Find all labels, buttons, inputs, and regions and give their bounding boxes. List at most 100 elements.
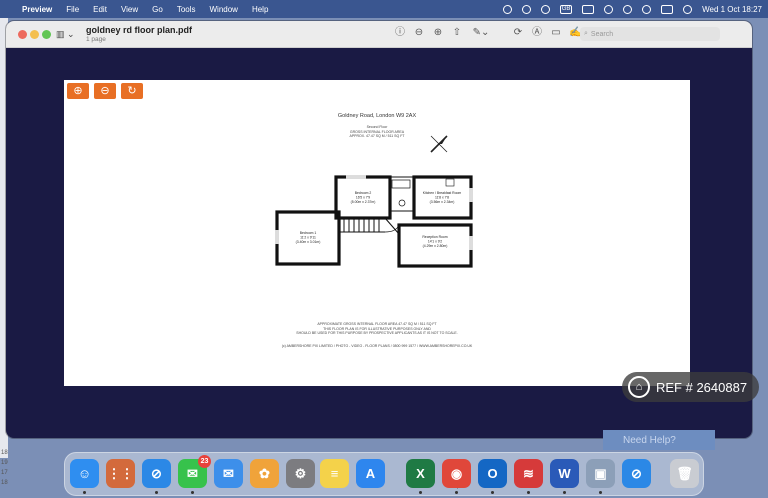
floorplan-disclaimer: APPROXIMATE GROSS INTERNAL FLOOR AREA 47… <box>64 322 690 336</box>
dock-app-safari-icon[interactable]: ⊘ <box>622 459 651 488</box>
running-indicator <box>599 491 602 494</box>
search-icon: ⌕ <box>584 30 588 37</box>
page-count: 1 page <box>86 36 106 43</box>
room-size-imperial: 16'5 x 7'9 <box>356 196 370 200</box>
toolbar: ⓘ ⊖ ⊕ ⇧ ✎⌄ ⟳ Ⓐ ▭ ✍ <box>394 27 581 39</box>
clock-status-icon[interactable] <box>604 4 614 14</box>
zoom-out-icon[interactable]: ⊖ <box>413 27 425 39</box>
dock-app-safari-icon[interactable]: ⊘ <box>142 459 171 488</box>
play-icon[interactable] <box>541 4 551 14</box>
markup-pen-icon[interactable]: ✎⌄ <box>470 27 492 39</box>
room-size-imperial: 11'2 x 9'11 <box>300 236 316 240</box>
floor-line: APPROX. 47.47 SQ M / 511 SQ FT <box>349 134 405 138</box>
dock-app-messages-icon[interactable]: ✉ 23 <box>178 455 211 488</box>
dock-app-finder-icon[interactable]: ☺ <box>70 459 99 488</box>
clock[interactable]: Wed 1 Oct 18:27 <box>702 5 762 14</box>
pdf-page: ⊕ ⊖ ↻ Goldney Road, London W9 2AX Second… <box>64 80 690 386</box>
menu-window[interactable]: Window <box>210 5 238 14</box>
room-size-metric: (4.29m x 2.80m) <box>423 244 448 248</box>
input-source-badge[interactable]: GB <box>560 4 573 14</box>
zoom-in-icon[interactable]: ⊕ <box>432 27 444 39</box>
dock-app-launchpad-icon[interactable]: ⋮⋮ <box>106 459 135 488</box>
menu-file[interactable]: File <box>66 5 79 14</box>
need-help-button[interactable]: Need Help? <box>603 430 715 450</box>
menu-edit[interactable]: Edit <box>93 5 107 14</box>
menu-tools[interactable]: Tools <box>177 5 196 14</box>
room-name-kitchen: Kitchen / Breakfast Room <box>423 191 462 195</box>
dock-app-outlook-icon[interactable]: O <box>478 459 507 488</box>
siri-icon[interactable] <box>683 4 693 14</box>
menu-help[interactable]: Help <box>252 5 268 14</box>
running-indicator <box>527 491 530 494</box>
running-indicator <box>455 491 458 494</box>
rotate-icon[interactable]: ⟳ <box>512 27 524 39</box>
room-size-imperial: 11'8 x 7'8 <box>435 196 449 200</box>
floorplan-floor-info: Second Floor GROSS INTERNAL FLOOR AREA A… <box>64 125 690 139</box>
running-indicator <box>191 491 194 494</box>
highlight-icon[interactable]: ▭ <box>550 27 562 39</box>
room-size-metric: (3.40m x 3.01m) <box>296 240 321 244</box>
info-icon[interactable]: ⓘ <box>394 27 406 39</box>
desktop-number: 18 <box>1 450 8 456</box>
search-placeholder: Search <box>590 30 614 38</box>
page-refresh-button[interactable]: ↻ <box>121 83 143 99</box>
control-center-icon[interactable] <box>661 4 674 14</box>
dock-app-chrome-icon[interactable]: ◉ <box>442 459 471 488</box>
dock-app-notes-icon[interactable]: ≡ <box>320 459 349 488</box>
running-indicator <box>563 491 566 494</box>
document-title: goldney rd floor plan.pdf <box>86 25 192 35</box>
dock-app-word-icon[interactable]: W <box>550 459 579 488</box>
dock-app-mail-icon[interactable]: ✉ <box>214 459 243 488</box>
room-name-reception: Reception Room <box>422 235 447 239</box>
running-indicator <box>83 491 86 494</box>
menu-app-name[interactable]: Preview <box>22 5 52 14</box>
ref-text: REF # 2640887 <box>656 379 748 395</box>
menu-view[interactable]: View <box>121 5 138 14</box>
wifi-icon[interactable] <box>623 4 633 14</box>
dock-app-app-store-icon[interactable]: A <box>356 459 385 488</box>
room-name-bedroom-1: Bedroom 1 <box>300 231 317 235</box>
fullscreen-window-button[interactable] <box>42 30 51 39</box>
page-zoom-out-button[interactable]: ⊖ <box>94 83 116 99</box>
dock-app-preview-icon[interactable]: ▣ <box>586 459 615 488</box>
search-status-icon[interactable] <box>642 4 652 14</box>
room-size-metric: (5.00m x 2.37m) <box>351 200 376 204</box>
dock-app-office-icon[interactable]: ≋ <box>514 459 543 488</box>
help-label: Need Help? <box>623 435 676 446</box>
dock-app-system-settings-icon[interactable]: ⚙ <box>286 459 315 488</box>
dock-app-trash-icon[interactable]: 🗑 <box>670 459 699 488</box>
disclaimer-line: SHOULD BE USED FOR THIS PURPOSE BY PROSP… <box>296 331 458 335</box>
dock: ☺ ⋮⋮ ⊘ ✉ 23 ✉ ✿ ⚙ ≡ A X ◉ O ≋ W ▣ ⊘ 🗑 <box>64 452 704 496</box>
page-zoom-controls: ⊕ ⊖ ↻ <box>67 83 143 99</box>
status-circle-icon[interactable] <box>503 4 513 14</box>
floorplan-copyright: (c) AMBERSHORE PIX LIMITED / PHOTO - VID… <box>281 344 473 348</box>
notification-badge: 23 <box>198 455 211 468</box>
sidebar-toggle-icon[interactable]: ▥ ⌄ <box>56 29 76 40</box>
home-circle-icon: ⌂ <box>628 376 650 398</box>
room-size-metric: (3.56m x 2.34m) <box>430 200 455 204</box>
ref-watermark: ⌂ REF # 2640887 <box>622 372 759 402</box>
running-indicator <box>491 491 494 494</box>
floorplan-address: Goldney Road, London W9 2AX <box>337 113 417 119</box>
dock-app-excel-icon[interactable]: X <box>406 459 435 488</box>
running-indicator <box>419 491 422 494</box>
menu-bar: Preview File Edit View Go Tools Window H… <box>0 0 768 18</box>
search-input[interactable]: ⌕ Search <box>580 27 720 41</box>
running-indicator <box>155 491 158 494</box>
page-zoom-in-button[interactable]: ⊕ <box>67 83 89 99</box>
battery-icon[interactable] <box>582 4 595 14</box>
desktop-number: 18 <box>1 480 8 486</box>
close-window-button[interactable] <box>18 30 27 39</box>
eye-icon[interactable] <box>522 4 532 14</box>
window-titlebar: ▥ ⌄ goldney rd floor plan.pdf 1 page ⓘ ⊖… <box>6 21 752 48</box>
floorplan-drawing: Bedroom 2 16'5 x 7'9 (5.00m x 2.37m) Kit… <box>275 175 473 268</box>
dock-app-photos-icon[interactable]: ✿ <box>250 459 279 488</box>
desktop-number: 19 <box>1 460 8 466</box>
menu-go[interactable]: Go <box>152 5 163 14</box>
minimize-window-button[interactable] <box>30 30 39 39</box>
desktop-number: 17 <box>1 470 8 476</box>
annotate-icon[interactable]: Ⓐ <box>531 27 543 39</box>
compass-icon <box>430 135 448 153</box>
status-area: GB Wed 1 Oct 18:27 <box>503 0 762 18</box>
share-icon[interactable]: ⇧ <box>451 27 463 39</box>
